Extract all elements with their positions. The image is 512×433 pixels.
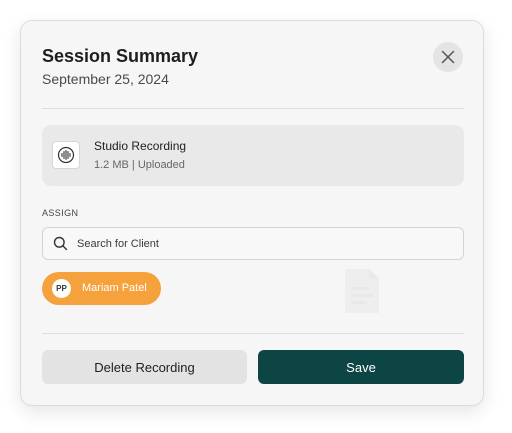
close-icon	[441, 50, 455, 64]
search-icon	[53, 236, 68, 251]
modal-title: Session Summary	[42, 46, 199, 66]
session-date: September 25, 2024	[42, 71, 169, 87]
file-meta: 1.2 MB | Uploaded	[94, 159, 185, 171]
client-search-box	[42, 227, 464, 260]
file-icon-box	[52, 141, 80, 169]
file-name: Studio Recording	[94, 139, 187, 153]
client-avatar: PP	[52, 279, 71, 298]
audio-waveform-icon	[57, 146, 75, 164]
footer-divider	[42, 333, 464, 334]
page-background: Session Summary September 25, 2024 Studi…	[0, 0, 512, 433]
assign-label: ASSIGN	[42, 208, 79, 218]
header-divider	[42, 108, 464, 109]
client-name: Mariam Patel	[82, 282, 147, 294]
client-search-input[interactable]	[75, 228, 457, 259]
document-placeholder-icon	[345, 269, 379, 313]
close-button[interactable]	[433, 42, 463, 72]
save-button[interactable]: Save	[258, 350, 464, 384]
session-summary-modal: Session Summary September 25, 2024 Studi…	[20, 20, 484, 406]
delete-recording-button[interactable]: Delete Recording	[42, 350, 247, 384]
assigned-client-chip[interactable]: PP Mariam Patel	[42, 272, 161, 305]
recording-file-card: Studio Recording 1.2 MB | Uploaded	[42, 125, 464, 186]
